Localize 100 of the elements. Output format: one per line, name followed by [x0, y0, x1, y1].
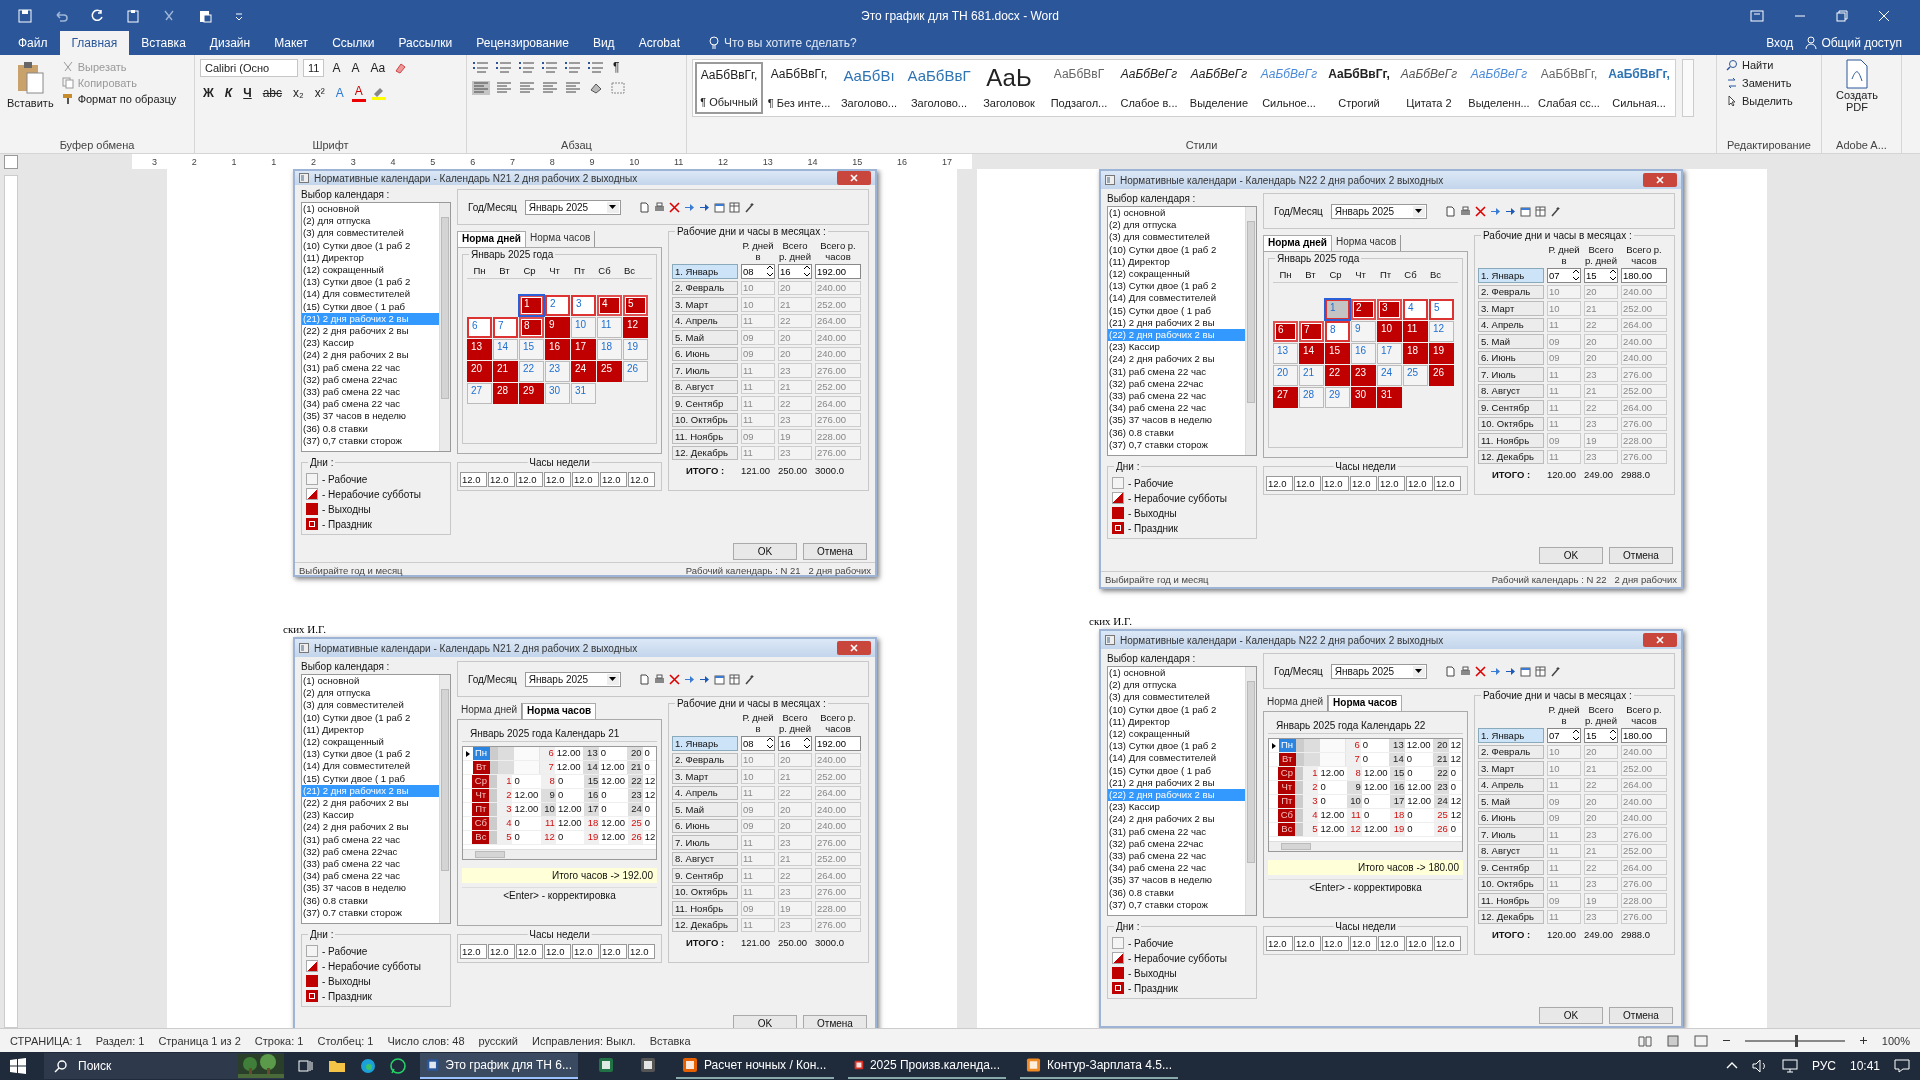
- calendar-list-item[interactable]: (14) Для совместителей: [1108, 752, 1245, 765]
- calendar-day[interactable]: 18: [1403, 343, 1428, 364]
- document-icon[interactable]: [1444, 665, 1456, 677]
- list-icon[interactable]: [518, 60, 536, 74]
- weekday-cell[interactable]: Чт: [472, 789, 498, 802]
- share-button[interactable]: Общий доступ: [1821, 31, 1902, 55]
- restore-icon[interactable]: [1836, 9, 1848, 22]
- calendar-list-item[interactable]: (32) раб смена 22час: [1108, 377, 1245, 391]
- print-layout-icon[interactable]: [1665, 1034, 1680, 1047]
- month-button[interactable]: 9. Сентябр: [1478, 400, 1544, 415]
- month-button[interactable]: 12. Декабрь: [1478, 449, 1544, 464]
- calendar-list-item[interactable]: (32) раб смена 22час: [302, 373, 439, 387]
- calendar-day[interactable]: 12: [623, 317, 648, 338]
- list-icon[interactable]: [587, 60, 605, 74]
- calendar-day[interactable]: 1: [519, 295, 544, 316]
- calendar-day[interactable]: 24: [1377, 365, 1402, 386]
- month-button[interactable]: 2. Февраль: [672, 752, 738, 767]
- calendar-day[interactable]: 21: [493, 361, 518, 382]
- calendar-day[interactable]: 20: [467, 361, 492, 382]
- dialog-button[interactable]: Отмена: [1609, 547, 1673, 564]
- scissors-icon[interactable]: [162, 8, 176, 23]
- calendar-day[interactable]: 22: [519, 361, 544, 382]
- tab-selector[interactable]: [4, 155, 18, 169]
- calendar-day[interactable]: 6: [1273, 321, 1298, 342]
- calendar-list-item[interactable]: (24) 2 дня рабочих 2 вы: [1108, 353, 1245, 366]
- create-pdf-button[interactable]: Создать PDF: [1827, 59, 1887, 113]
- calendar-day[interactable]: 26: [623, 361, 648, 382]
- total-days-field[interactable]: 15: [1584, 268, 1618, 283]
- folder-icon[interactable]: [328, 1059, 346, 1073]
- hours-field[interactable]: 12.0: [1434, 936, 1461, 951]
- weekday-cell[interactable]: Чт: [1278, 781, 1304, 794]
- month-button[interactable]: 4. Апрель: [672, 785, 738, 800]
- chevron-up-icon[interactable]: [1725, 1061, 1738, 1071]
- calendar-day[interactable]: 13: [1273, 343, 1298, 364]
- hours-field[interactable]: 180.00: [1621, 268, 1667, 283]
- style-item[interactable]: АаБбВеГг Слабое в...: [1115, 62, 1183, 114]
- list-icon[interactable]: [541, 60, 559, 74]
- month-button[interactable]: 4. Апрель: [1478, 777, 1544, 792]
- font-size-field[interactable]: 11: [303, 59, 325, 77]
- calendar-list-item[interactable]: (23) Кассир: [302, 809, 439, 822]
- calendar-day[interactable]: 3: [571, 295, 596, 316]
- period-select[interactable]: Январь 2025: [524, 671, 621, 687]
- month-button[interactable]: 7. Июль: [1478, 827, 1544, 842]
- font-family-field[interactable]: Calibri (Осно: [200, 59, 298, 77]
- format-button[interactable]: abc: [259, 84, 286, 101]
- format-button[interactable]: Ж: [200, 84, 217, 101]
- table-icon[interactable]: [1534, 665, 1546, 677]
- taskbar-app[interactable]: Это график для ТН 6...: [420, 1053, 578, 1079]
- table-icon[interactable]: [1534, 205, 1546, 217]
- align-icon[interactable]: [564, 81, 582, 95]
- gallery-scrollbar[interactable]: [1682, 59, 1694, 117]
- calendar-day[interactable]: 11: [1403, 321, 1428, 342]
- calendar-day[interactable]: 28: [1299, 387, 1324, 408]
- calendar-day[interactable]: 7: [493, 317, 518, 338]
- spinner-icon[interactable]: [803, 265, 811, 278]
- taskbar-app[interactable]: Контур-Зарплата 4.5...: [1020, 1053, 1178, 1079]
- ribbon-tab[interactable]: Рецензирование: [464, 31, 581, 55]
- calendar-list-item[interactable]: (21) 2 дня рабочих 2 вы: [1108, 316, 1245, 330]
- cross-icon[interactable]: [1474, 665, 1486, 677]
- calendar-day[interactable]: 10: [571, 317, 596, 338]
- calendar-day[interactable]: 10: [1377, 321, 1402, 342]
- spinner-icon[interactable]: [803, 737, 811, 750]
- weekday-cell[interactable]: Сб: [1278, 809, 1304, 822]
- calendar-day[interactable]: 23: [545, 361, 570, 382]
- scrollbar[interactable]: [1245, 207, 1256, 455]
- ribbon-options-icon[interactable]: [1750, 9, 1764, 22]
- calendar-list-item[interactable]: (3) для совместителей: [302, 699, 439, 712]
- month-button[interactable]: 6. Июнь: [1478, 350, 1544, 365]
- month-button[interactable]: 6. Июнь: [672, 346, 738, 361]
- calendar-day[interactable]: 31: [571, 383, 596, 404]
- dialog-button[interactable]: OK: [733, 543, 797, 560]
- calendar-list-item[interactable]: (24) 2 дня рабочих 2 вы: [302, 821, 439, 834]
- calendar-list-item[interactable]: (32) раб смена 22час: [1108, 837, 1245, 851]
- hours-field[interactable]: 12.0: [488, 944, 515, 959]
- weekday-cell[interactable]: Пт: [1278, 795, 1304, 808]
- calendar-list-item[interactable]: (31) раб смена 22 час: [302, 833, 439, 846]
- calendar-day[interactable]: 27: [1273, 387, 1298, 408]
- dialog-button[interactable]: Отмена: [803, 1015, 867, 1028]
- tell-me-field[interactable]: Что вы хотите сделать?: [724, 31, 857, 55]
- ribbon-tab[interactable]: Вид: [580, 31, 627, 55]
- pilcrow-button[interactable]: ¶: [610, 59, 623, 75]
- style-item[interactable]: АаБбВеГг Цитата 2: [1395, 62, 1463, 114]
- calendar-day[interactable]: 16: [545, 339, 570, 360]
- close-button[interactable]: [837, 171, 871, 185]
- hours-field[interactable]: 12.0: [460, 944, 487, 959]
- days-field[interactable]: 07: [1547, 728, 1581, 743]
- document-icon[interactable]: [638, 201, 650, 213]
- month-button[interactable]: 1. Январь: [672, 736, 738, 751]
- hours-field[interactable]: 12.0: [460, 472, 487, 487]
- month-button[interactable]: 1. Январь: [672, 264, 738, 279]
- replace-button[interactable]: Заменить: [1726, 77, 1816, 89]
- month-button[interactable]: 8. Август: [672, 851, 738, 866]
- month-button[interactable]: 10. Октябрь: [1478, 416, 1544, 431]
- clock[interactable]: 10:41: [1849, 1059, 1880, 1073]
- horizontal-scrollbar[interactable]: [463, 849, 656, 859]
- calendar-list-item[interactable]: (10) Сутки двое (1 раб 2: [302, 711, 439, 724]
- hours-field[interactable]: 12.0: [1266, 936, 1293, 951]
- arrow-icon[interactable]: [1504, 205, 1516, 217]
- align-icon[interactable]: [541, 81, 559, 95]
- calendar-list-item[interactable]: (11) Директор: [302, 723, 439, 736]
